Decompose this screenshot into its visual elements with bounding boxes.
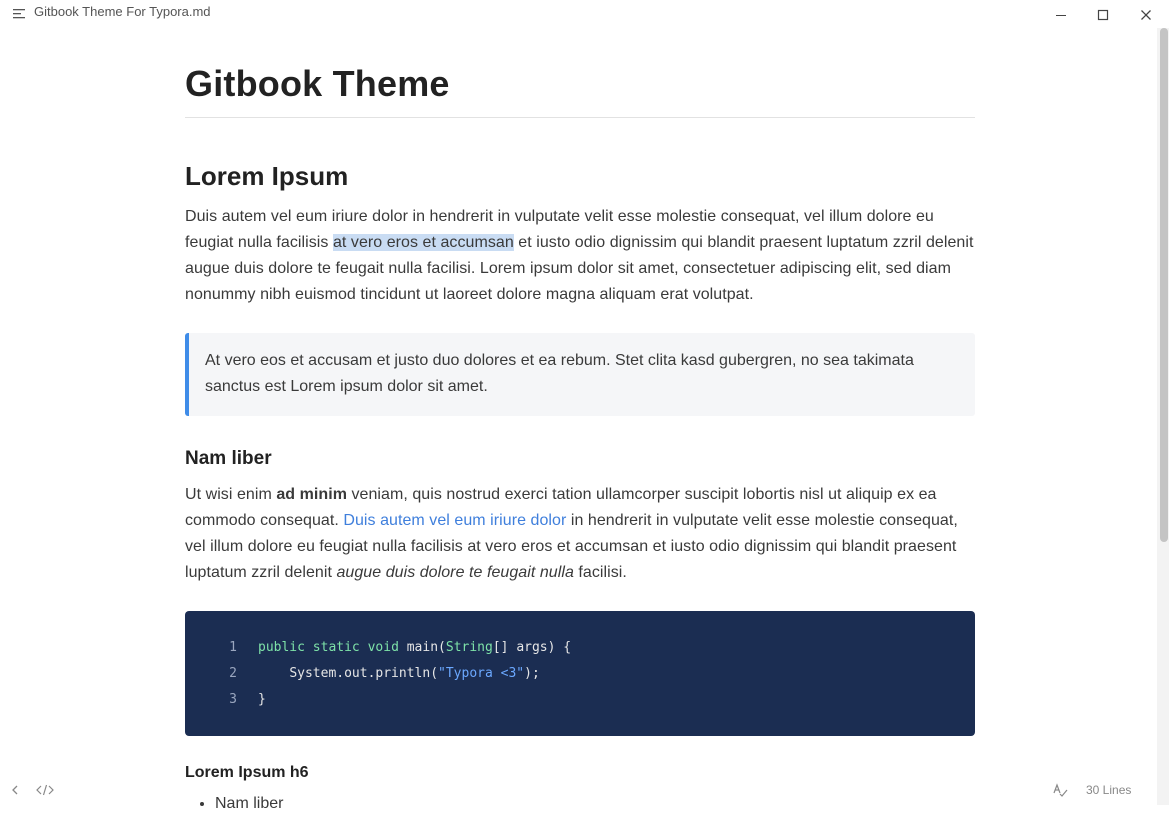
line-number: 3	[229, 692, 237, 707]
source-code-toggle[interactable]	[36, 783, 54, 797]
list-item: Nam liber	[215, 791, 975, 817]
paragraph-1: Duis autem vel eum iriure dolor in hendr…	[185, 204, 975, 308]
chevron-left-icon	[12, 785, 18, 795]
blockquote: At vero eos et accusam et justo duo dolo…	[185, 333, 975, 416]
line-number: 2	[229, 666, 237, 681]
italic-text: augue duis dolore te feugait nulla	[336, 564, 574, 581]
statusbar-right: 30 Lines	[1052, 780, 1131, 800]
maximize-button[interactable]	[1088, 4, 1118, 26]
maximize-icon	[1097, 9, 1109, 21]
selected-text: at vero eros et accumsan	[332, 234, 514, 251]
paragraph-2-part-4: facilisi.	[573, 564, 627, 581]
scrollbar-thumb[interactable]	[1160, 28, 1168, 542]
back-button[interactable]	[8, 783, 22, 797]
line-number: 1	[229, 640, 237, 655]
document-title: Gitbook Theme	[185, 56, 975, 118]
bullet-list: Nam liber	[185, 791, 975, 817]
subheading: Nam liber	[185, 448, 272, 469]
close-button[interactable]	[1131, 4, 1161, 26]
code-line: 3 }	[185, 687, 975, 713]
statusbar-left	[8, 780, 54, 800]
section-heading: Lorem Ipsum	[185, 161, 349, 191]
bold-text: ad minim	[276, 486, 347, 503]
code-text: public static void main(String[] args) {	[258, 640, 572, 655]
code-text: System.out.println("Typora <3");	[289, 666, 540, 681]
hamburger-menu-icon[interactable]	[12, 7, 28, 21]
source-code-icon	[36, 784, 54, 796]
close-icon	[1141, 10, 1151, 20]
paragraph-2-part-1: Ut wisi enim	[185, 486, 277, 503]
code-text: }	[258, 692, 266, 707]
title-bar: Gitbook Theme For Typora.md	[0, 0, 1169, 28]
heading-6: Lorem Ipsum h6	[185, 764, 309, 781]
line-count[interactable]: 30 Lines	[1086, 783, 1131, 797]
minimize-button[interactable]	[1046, 4, 1076, 26]
window-title: Gitbook Theme For Typora.md	[34, 4, 211, 19]
editor-content[interactable]: Gitbook Theme Lorem Ipsum Duis autem vel…	[185, 56, 975, 817]
minimize-icon	[1056, 15, 1066, 16]
paragraph-2: Ut wisi enim ad minim veniam, quis nostr…	[185, 482, 975, 586]
inline-link[interactable]: Duis autem vel eum iriure dolor	[343, 512, 566, 529]
code-line: 1 public static void main(String[] args)…	[185, 635, 975, 661]
vertical-scrollbar[interactable]	[1157, 28, 1169, 805]
code-block[interactable]: 1 public static void main(String[] args)…	[185, 611, 975, 736]
spellcheck-icon	[1053, 783, 1068, 797]
spellcheck-button[interactable]	[1052, 783, 1068, 797]
code-line: 2 System.out.println("Typora <3");	[185, 661, 975, 687]
